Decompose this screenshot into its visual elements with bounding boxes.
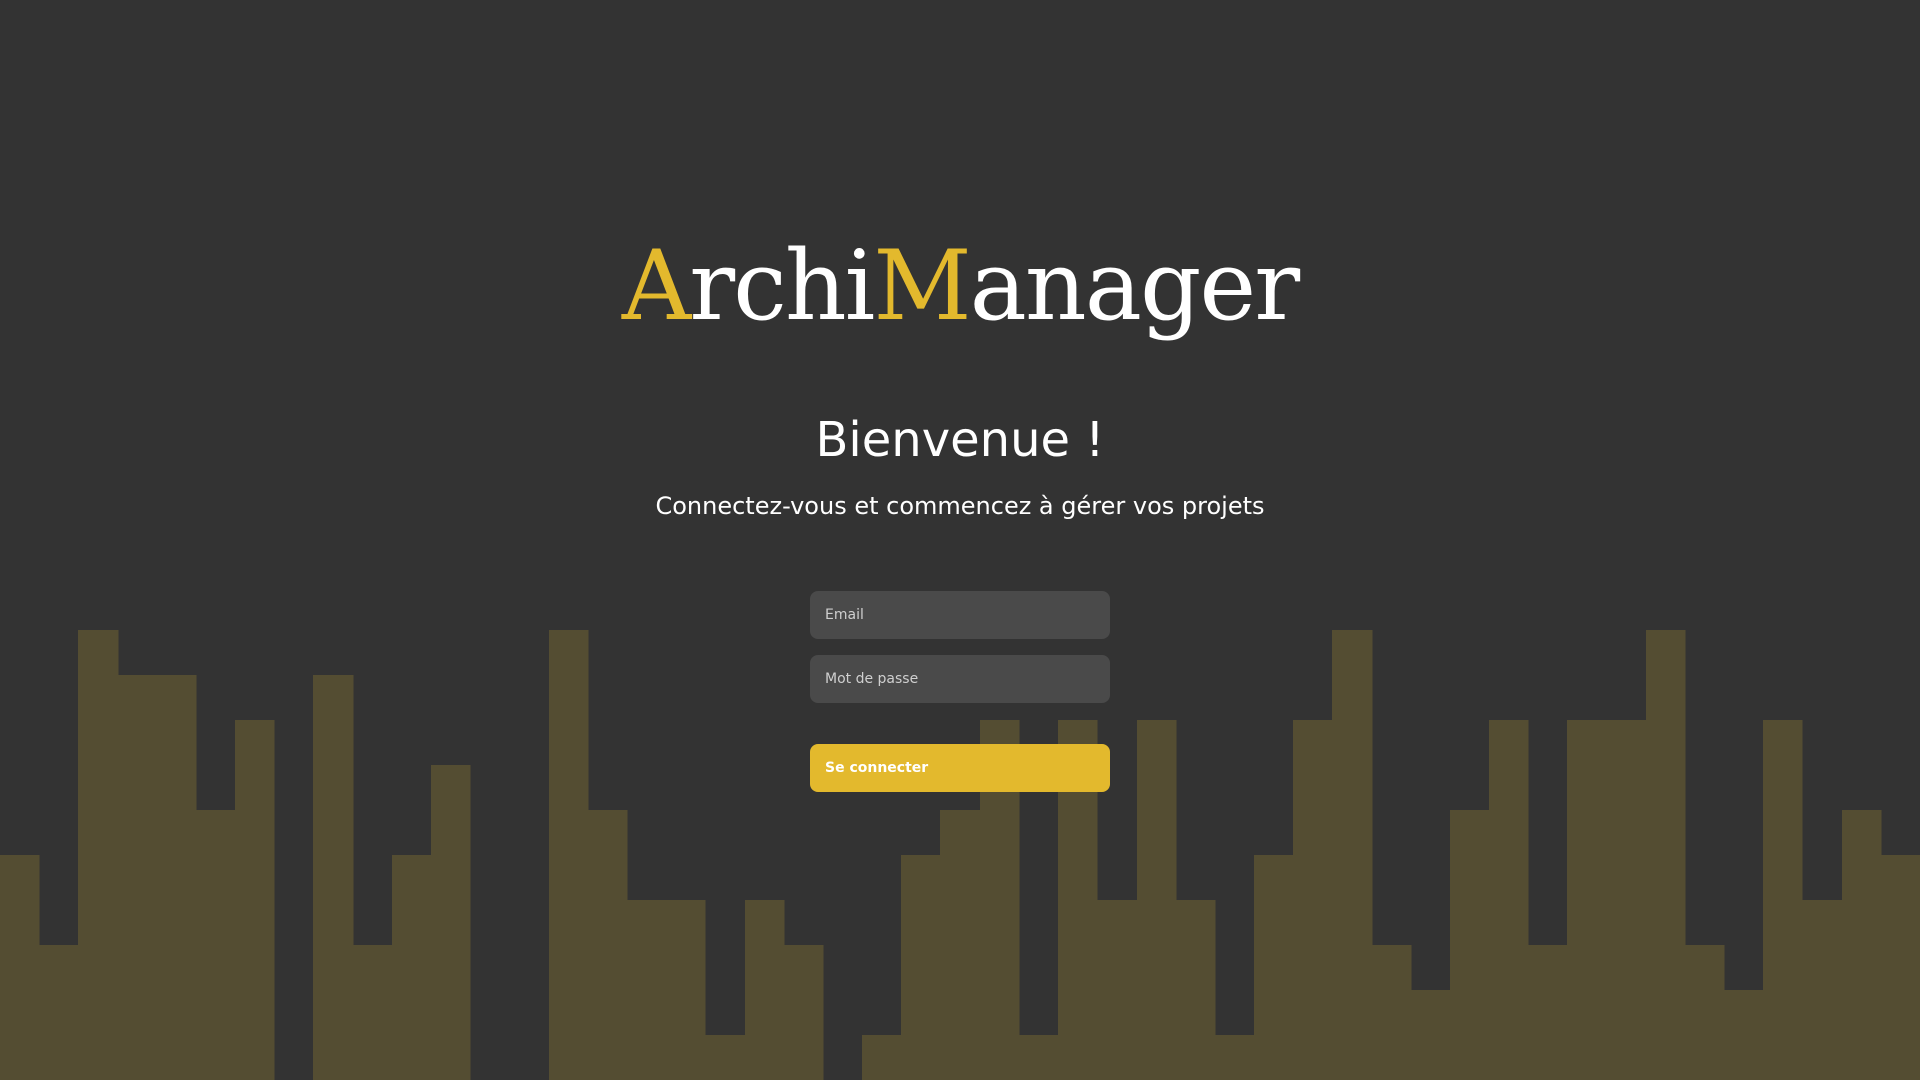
login-button[interactable]: Se connecter	[810, 744, 1110, 792]
logo-letter-m: M	[873, 230, 971, 342]
logo-text-rchi: rchi	[689, 230, 875, 342]
password-field[interactable]	[810, 655, 1110, 703]
logo-text-anager: anager	[969, 230, 1300, 342]
welcome-heading: Bienvenue !	[815, 412, 1105, 468]
login-panel: ArchiManager Bienvenue ! Connectez-vous …	[0, 0, 1920, 1080]
email-field[interactable]	[810, 591, 1110, 639]
welcome-subtitle: Connectez-vous et commencez à gérer vos …	[655, 492, 1265, 520]
app-logo: ArchiManager	[0, 226, 1920, 346]
logo-letter-a: A	[621, 230, 691, 342]
login-screen: ArchiManager Bienvenue ! Connectez-vous …	[0, 0, 1920, 1080]
